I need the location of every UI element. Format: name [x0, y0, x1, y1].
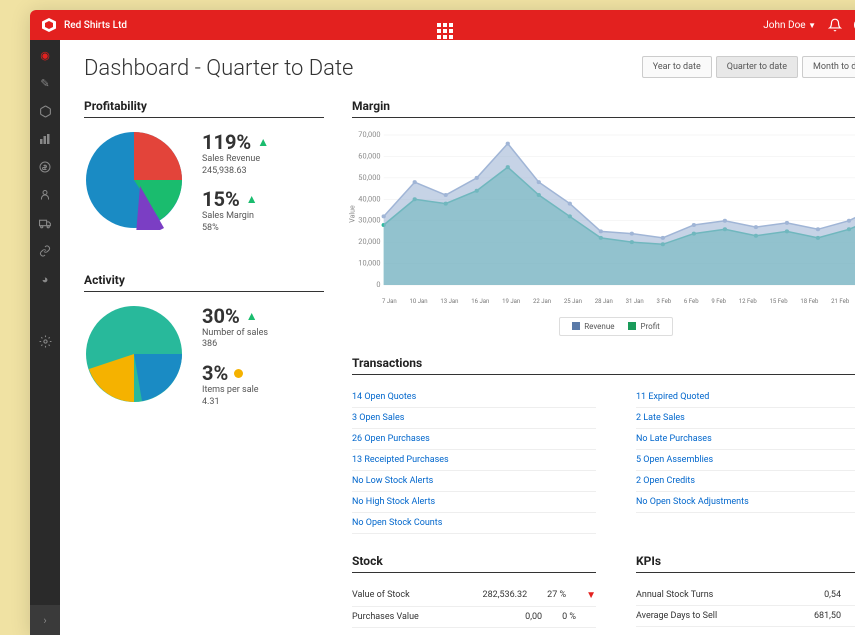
nav-shipping-icon[interactable] — [38, 216, 52, 230]
date-tab-month-to-date[interactable]: Month to date — [802, 56, 855, 78]
nav-finance-icon[interactable] — [38, 160, 52, 174]
stock-row: Purchases Value0,000 % — [352, 607, 596, 628]
legend-profit: Profit — [628, 322, 659, 331]
nav-inventory-icon[interactable] — [38, 104, 52, 118]
arrow-up-icon: ▲ — [257, 135, 269, 149]
date-range-tabs: Year to dateQuarter to dateMonth to date — [642, 56, 855, 78]
chevron-down-icon: ▼ — [808, 21, 816, 30]
transaction-link[interactable]: 14 Open Quotes — [352, 387, 596, 408]
activity-pie-chart — [84, 304, 184, 404]
svg-text:10,000: 10,000 — [358, 259, 380, 268]
svg-text:0: 0 — [376, 280, 380, 289]
svg-text:30,000: 30,000 — [358, 216, 380, 225]
stock-row: Value of Stock282,536.3227 %▼ — [352, 585, 596, 607]
arrow-up-icon: ▲ — [246, 309, 258, 323]
user-controls: John Doe ▼ ? — [763, 18, 855, 32]
page-title: Dashboard - Quarter to Date — [84, 56, 353, 81]
nav-sales-icon[interactable]: ✎ — [38, 76, 52, 90]
transaction-link[interactable]: 11 Expired Quoted — [636, 387, 855, 408]
transaction-link[interactable]: No Late Purchases — [636, 429, 855, 450]
transaction-link[interactable]: 2 Late Sales — [636, 408, 855, 429]
nav-customers-icon[interactable] — [38, 188, 52, 202]
kpis-section: KPIs Annual Stock Turns0,5432 %Average D… — [636, 554, 855, 628]
nav-settings-icon[interactable] — [38, 334, 52, 348]
sidebar: ◉ ✎ ◕ › — [30, 40, 60, 635]
company-logo[interactable]: Red Shirts Ltd — [42, 18, 127, 32]
chart-legend: Revenue Profit — [352, 315, 855, 336]
nav-dashboard-icon[interactable]: ◉ — [38, 48, 52, 62]
transaction-link[interactable]: No High Stock Alerts — [352, 492, 596, 513]
dot-indicator-icon — [234, 369, 243, 378]
hexagon-logo-icon — [42, 18, 56, 32]
kpis-title: KPIs — [636, 554, 855, 573]
profitability-title: Profitability — [84, 99, 324, 118]
transaction-link[interactable]: 13 Receipted Purchases — [352, 450, 596, 471]
app-window: Red Shirts Ltd John Doe ▼ ? ◉ ✎ — [30, 10, 855, 635]
activity-section: Activity 30% ▲Number of sales386 3% Items… — [84, 273, 324, 419]
nav-analytics-icon[interactable]: ◕ — [38, 272, 52, 286]
date-tab-year-to-date[interactable]: Year to date — [642, 56, 712, 78]
notifications-bell-icon[interactable] — [828, 18, 842, 32]
main-content: Dashboard - Quarter to Date Year to date… — [60, 40, 855, 635]
svg-text:50,000: 50,000 — [358, 173, 380, 182]
arrow-down-icon: ▼ — [586, 590, 596, 601]
nav-reports-icon[interactable] — [38, 132, 52, 146]
metric: 119% ▲Sales Revenue245,938.63 — [202, 130, 324, 177]
svg-text:20,000: 20,000 — [358, 237, 380, 246]
metric: 30% ▲Number of sales386 — [202, 304, 324, 351]
x-axis-labels: 7 Jan10 Jan13 Jan16 Jan19 Jan22 Jan25 Ja… — [352, 298, 855, 305]
svg-text:40,000: 40,000 — [358, 194, 380, 203]
date-tab-quarter-to-date[interactable]: Quarter to date — [716, 56, 798, 78]
metric: 3% Items per sale4.31 — [202, 361, 324, 408]
y-axis-label: Value — [349, 205, 357, 222]
transaction-link[interactable]: 2 Open Credits — [636, 471, 855, 492]
legend-revenue: Revenue — [572, 322, 614, 331]
stock-title: Stock — [352, 554, 596, 573]
margin-section: Margin Value 0 10,000 20,000 30,000 40,000 50… — [352, 99, 855, 336]
transaction-link[interactable]: 5 Open Assemblies — [636, 450, 855, 471]
transactions-section: Transactions 14 Open Quotes3 Open Sales2… — [352, 356, 855, 534]
profitability-pie-chart — [84, 130, 184, 230]
user-menu[interactable]: John Doe ▼ — [763, 20, 816, 31]
transaction-link[interactable]: No Open Stock Adjustments — [636, 492, 855, 513]
kpi-row: Average Days to Sell681,5084 % — [636, 606, 855, 627]
stock-section: Stock Value of Stock282,536.3227 %▼Purch… — [352, 554, 596, 628]
profitability-section: Profitability 119% ▲Sales Revenue — [84, 99, 324, 245]
svg-text:60,000: 60,000 — [358, 152, 380, 161]
nav-link-icon[interactable] — [38, 244, 52, 258]
svg-text:70,000: 70,000 — [358, 130, 380, 139]
transactions-title: Transactions — [352, 356, 855, 375]
activity-title: Activity — [84, 273, 324, 292]
transaction-link[interactable]: No Low Stock Alerts — [352, 471, 596, 492]
arrow-up-icon: ▲ — [246, 192, 258, 206]
transaction-link[interactable]: 26 Open Purchases — [352, 429, 596, 450]
margin-chart: Value 0 10,000 20,000 30,000 40,000 50,000 60,… — [352, 130, 855, 290]
kpi-row: Annual Stock Turns0,5432 % — [636, 585, 855, 606]
top-bar: Red Shirts Ltd John Doe ▼ ? — [30, 10, 855, 40]
sidebar-expand-button[interactable]: › — [30, 605, 60, 635]
metric: 15% ▲Sales Margin58% — [202, 187, 324, 234]
transaction-link[interactable]: No Open Stock Counts — [352, 513, 596, 534]
transaction-link[interactable]: 3 Open Sales — [352, 408, 596, 429]
apps-menu[interactable] — [127, 12, 763, 39]
company-name: Red Shirts Ltd — [64, 20, 127, 31]
apps-grid-icon — [437, 23, 453, 39]
margin-title: Margin — [352, 99, 855, 118]
